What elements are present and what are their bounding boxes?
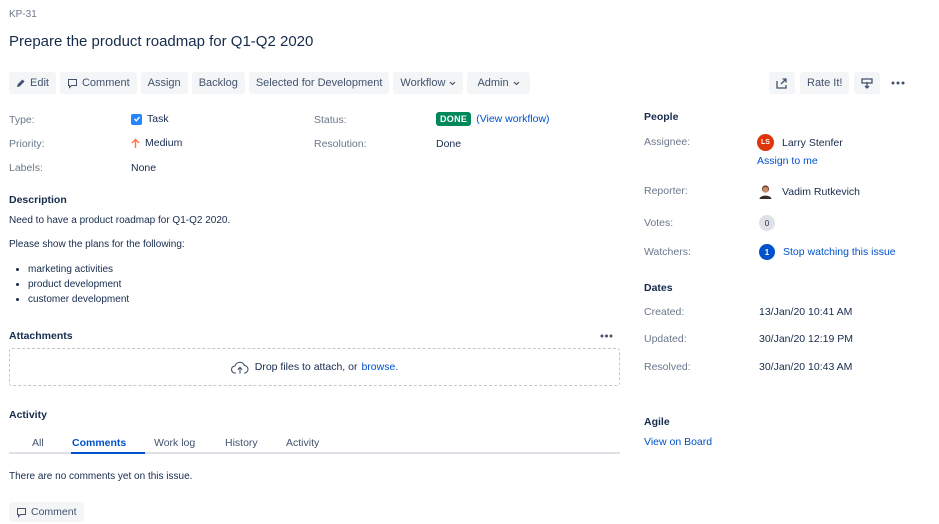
list-item: marketing activities [28, 262, 129, 277]
type-label: Type: [9, 114, 35, 126]
resolution-label: Resolution: [314, 138, 367, 150]
assignee-name: Larry Stenfer [782, 136, 843, 149]
activity-tabs: All Comments Work log History Activity [9, 432, 620, 454]
arrow-up-icon [131, 137, 140, 148]
admin-dropdown[interactable]: Admin [467, 72, 530, 94]
share-icon [776, 77, 787, 89]
reporter-label: Reporter: [644, 185, 688, 197]
issue-summary[interactable]: Prepare the product roadmap for Q1-Q2 20… [9, 33, 313, 50]
tab-history[interactable]: History [225, 437, 258, 449]
watchers-label: Watchers: [644, 246, 691, 258]
rate-it-button[interactable]: Rate It! [800, 72, 850, 94]
dates-heading: Dates [644, 282, 673, 294]
issue-toolbar: Edit Comment Assign Backlog Selected for… [9, 72, 530, 94]
add-comment-label: Comment [31, 506, 77, 518]
agile-heading: Agile [644, 416, 670, 428]
labels-label: Labels: [9, 162, 43, 174]
assign-button[interactable]: Assign [140, 72, 188, 94]
labels-value[interactable]: None [131, 162, 156, 174]
workflow-dropdown[interactable]: Workflow [393, 72, 464, 94]
no-comments-text: There are no comments yet on this issue. [9, 471, 193, 482]
assignee-value[interactable]: LS Larry Stenfer [757, 134, 843, 151]
priority-value-text: Medium [145, 137, 183, 149]
admin-label: Admin [477, 77, 509, 89]
reporter-value[interactable]: Vadim Rutkevich [757, 183, 860, 200]
updated-value: 30/Jan/20 12:19 PM [759, 333, 853, 345]
chevron-down-icon [513, 81, 520, 85]
export-button[interactable] [854, 72, 881, 94]
issue-key[interactable]: KP-31 [9, 9, 37, 20]
watchers-count-badge: 1 [759, 244, 775, 260]
checkbox-icon [131, 113, 142, 125]
tab-activity[interactable]: Activity [286, 437, 319, 449]
browse-link[interactable]: browse. [361, 361, 398, 373]
comment-icon [67, 78, 77, 89]
add-comment-button[interactable]: Comment [9, 502, 84, 522]
tab-all[interactable]: All [32, 437, 44, 449]
description-heading: Description [9, 194, 67, 206]
people-heading: People [644, 111, 679, 123]
updated-label: Updated: [644, 333, 687, 345]
selected-for-development-button[interactable]: Selected for Development [248, 72, 390, 94]
chevron-down-icon [450, 81, 456, 85]
pencil-icon [17, 79, 25, 87]
list-item: product development [28, 277, 129, 292]
attachment-dropzone[interactable]: Drop files to attach, or browse. [9, 348, 620, 386]
description-line-1[interactable]: Need to have a product roadmap for Q1-Q2… [9, 215, 230, 226]
toolbar-right: Rate It! [769, 72, 911, 94]
list-item: customer development [28, 292, 129, 307]
assignee-label: Assignee: [644, 136, 691, 148]
comment-button[interactable]: Comment [59, 72, 137, 94]
cloud-upload-icon [230, 361, 249, 374]
votes-count-badge: 0 [759, 215, 775, 231]
backlog-button[interactable]: Backlog [191, 72, 245, 94]
priority-value[interactable]: Medium [131, 137, 182, 149]
more-icon [600, 334, 613, 338]
resolved-label: Resolved: [644, 361, 691, 373]
reporter-name: Vadim Rutkevich [782, 185, 861, 198]
avatar [759, 185, 772, 199]
watchers-value[interactable]: 1 Stop watching this issue [759, 244, 896, 260]
assign-to-me-link[interactable]: Assign to me [757, 155, 818, 167]
resolved-value: 30/Jan/20 10:43 AM [759, 361, 853, 373]
status-lozenge[interactable]: DONE [436, 112, 472, 126]
created-label: Created: [644, 306, 685, 318]
view-on-board-link[interactable]: View on Board [644, 436, 712, 448]
avatar: LS [757, 134, 774, 151]
edit-button[interactable]: Edit [9, 72, 56, 94]
created-value: 13/Jan/20 10:41 AM [759, 306, 853, 318]
tab-work-log[interactable]: Work log [154, 437, 195, 449]
attachments-more-button[interactable] [600, 329, 613, 341]
share-button[interactable] [769, 72, 795, 94]
edit-button-label: Edit [30, 77, 49, 89]
tab-comments[interactable]: Comments [72, 437, 126, 449]
votes-value[interactable]: 0 [759, 215, 775, 231]
comment-icon [17, 507, 26, 518]
export-icon [861, 77, 874, 89]
priority-label: Priority: [9, 138, 45, 150]
type-value[interactable]: Task [131, 113, 169, 125]
active-tab-indicator [71, 452, 145, 454]
more-actions-button[interactable] [885, 72, 911, 94]
status-label: Status: [314, 114, 347, 126]
workflow-label: Workflow [400, 77, 446, 89]
stop-watching-link[interactable]: Stop watching this issue [783, 246, 896, 258]
activity-heading: Activity [9, 409, 47, 421]
status-value: DONE (View workflow) [436, 112, 550, 126]
description-bullet-list: marketing activities product development… [28, 262, 129, 307]
more-icon [891, 81, 905, 85]
type-value-text: Task [147, 113, 169, 125]
resolution-value: Done [436, 138, 462, 150]
description-line-2[interactable]: Please show the plans for the following: [9, 239, 185, 250]
view-workflow-link[interactable]: (View workflow) [476, 113, 549, 125]
attachments-heading: Attachments [9, 330, 73, 342]
votes-label: Votes: [644, 217, 674, 229]
comment-button-label: Comment [81, 77, 130, 89]
dropzone-text: Drop files to attach, or [254, 361, 358, 373]
